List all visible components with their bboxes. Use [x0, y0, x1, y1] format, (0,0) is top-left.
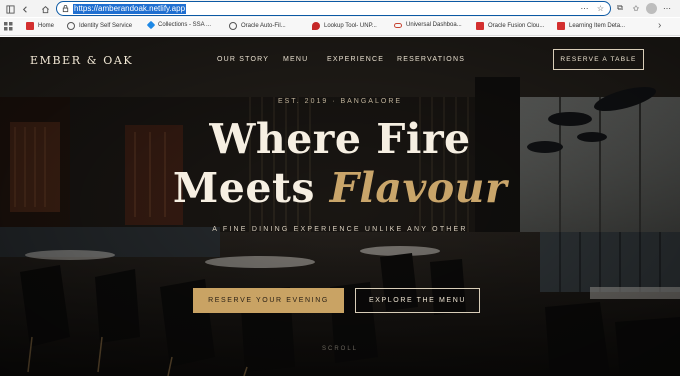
bookmark-universal-dashboard[interactable]: Universal Dashboa...: [394, 22, 462, 28]
apps-grid-icon[interactable]: [4, 22, 13, 31]
bookmarks-bar: Home Identity Self Service Collections -…: [0, 18, 680, 36]
reserve-table-button[interactable]: RESERVE A TABLE: [553, 49, 644, 70]
favorite-star-icon[interactable]: ☆: [595, 3, 606, 14]
globe-icon: [67, 22, 75, 30]
bookmark-home[interactable]: Home: [26, 22, 54, 30]
hero-headline: Where Fire Meets Flavour: [0, 115, 680, 213]
explore-menu-button[interactable]: EXPLORE THE MENU: [355, 288, 480, 313]
chevron-right-icon[interactable]: ›: [658, 20, 661, 31]
home-icon[interactable]: [38, 2, 52, 16]
sidebar-toggle-icon[interactable]: [3, 2, 17, 16]
hero-section: EMBER & OAK OUR STORY MENU EXPERIENCE RE…: [0, 37, 680, 376]
blue-x-icon: [146, 20, 156, 30]
address-bar[interactable]: https://amberandoak.netlify.app ⋯ ☆: [56, 1, 611, 16]
site-info-icon[interactable]: [61, 4, 70, 13]
more-options-circle-icon[interactable]: ⋯: [579, 3, 590, 14]
favorites-icon[interactable]: ✩: [630, 2, 642, 14]
headline-line-2: Meets: [172, 164, 330, 212]
oracle-icon: [394, 22, 402, 28]
pin-icon: [312, 22, 320, 30]
red-app-icon: [26, 22, 34, 30]
extensions-icon[interactable]: ⧉: [614, 2, 626, 14]
nav-reservations[interactable]: RESERVATIONS: [397, 56, 465, 63]
url-text[interactable]: https://amberandoak.netlify.app: [73, 3, 187, 14]
menu-dots-icon[interactable]: ⋯: [661, 2, 673, 14]
browser-toolbar: https://amberandoak.netlify.app ⋯ ☆ ⧉ ✩ …: [0, 0, 680, 17]
bookmark-identity-self-service[interactable]: Identity Self Service: [67, 22, 132, 30]
profile-avatar[interactable]: [646, 2, 657, 14]
nav-our-story[interactable]: OUR STORY: [217, 56, 269, 63]
red-app-icon: [476, 22, 484, 30]
bookmark-oracle-fusion-cloud[interactable]: Oracle Fusion Clou...: [476, 22, 544, 30]
back-arrow-icon[interactable]: [18, 2, 32, 16]
nav-experience[interactable]: EXPERIENCE: [327, 56, 384, 63]
red-app-icon: [557, 22, 565, 30]
reserve-evening-button[interactable]: RESERVE YOUR EVENING: [193, 288, 344, 313]
nav-menu[interactable]: MENU: [283, 56, 308, 63]
bookmark-learning-item-details[interactable]: Learning Item Deta...: [557, 22, 625, 30]
bookmark-lookup-tool[interactable]: Lookup Tool- UNP...: [312, 22, 377, 30]
scroll-hint: SCROLL: [321, 346, 358, 352]
hero-tagline: A FINE DINING EXPERIENCE UNLIKE ANY OTHE…: [212, 226, 468, 233]
hero-eyebrow: EST. 2019 · BANGALORE: [277, 98, 403, 105]
bookmark-oracle-auto-fill[interactable]: Oracle Auto-Fil...: [229, 22, 286, 30]
headline-accent: Flavour: [329, 164, 508, 212]
headline-line-1: Where Fire: [209, 115, 471, 163]
globe-icon: [229, 22, 237, 30]
bookmark-collections-ssa[interactable]: Collections - SSA ...: [146, 20, 211, 30]
